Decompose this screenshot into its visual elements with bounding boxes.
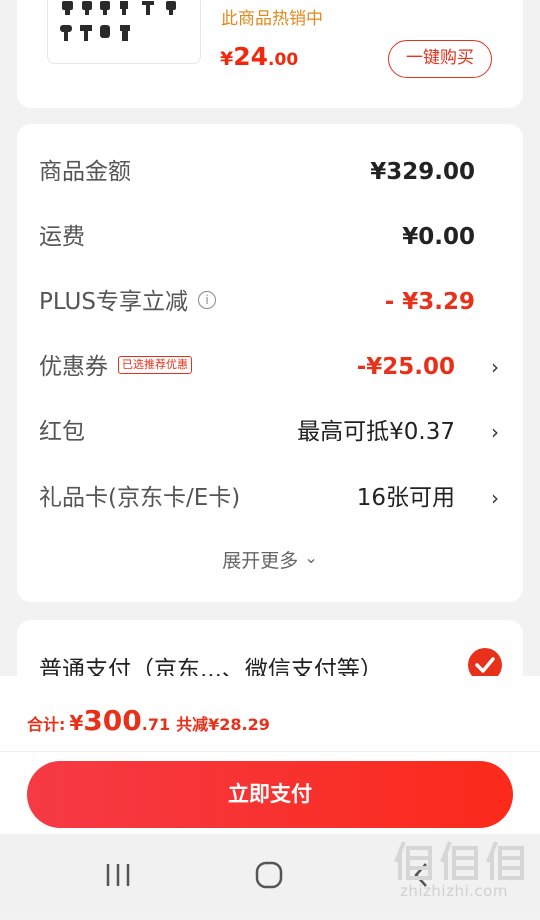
shipping-value: ¥0.00 <box>402 224 475 250</box>
chevron-right-icon[interactable]: › <box>491 412 499 452</box>
total-integer: 300 <box>83 704 142 737</box>
coupon-value: -¥25.00 <box>356 354 455 380</box>
plus-discount-value: - ¥3.29 <box>384 289 475 315</box>
total-decimal: .71 <box>141 715 171 734</box>
info-icon[interactable]: i <box>197 290 216 309</box>
order-summary-card: 商品金额 ¥329.00 运费 ¥0.00 PLUS专享立减 i - ¥3.29 … <box>17 124 523 602</box>
summary-row-coupon[interactable]: 优惠券 已选推荐优惠 -¥25.00 › <box>39 347 501 387</box>
summary-row-red-packet[interactable]: 红包 最高可抵¥0.37 › <box>39 412 501 452</box>
summary-row-plus-discount: PLUS专享立减 i - ¥3.29 <box>39 282 501 322</box>
product-card: 此商品热销中 ¥24.00 一键购买 <box>17 0 523 108</box>
gift-card-value: 16张可用 <box>356 485 455 511</box>
watermark-logo: zhizhizhi.com <box>390 836 530 912</box>
red-packet-label: 红包 <box>39 419 85 445</box>
summary-row-shipping: 运费 ¥0.00 <box>39 217 501 257</box>
home-icon[interactable] <box>254 834 284 916</box>
order-total: 合计: ¥300.71 共减¥28.29 <box>27 704 270 737</box>
product-thumbnail[interactable] <box>47 0 201 64</box>
coupon-label: 优惠券 已选推荐优惠 <box>39 347 192 387</box>
expand-more-text: 展开更多 <box>222 550 299 572</box>
zhi-logo-icon <box>394 841 524 880</box>
product-price: ¥24.00 <box>220 42 298 71</box>
expand-more-link[interactable]: 展开更多 ⌄ <box>17 546 523 573</box>
coupon-text: 优惠券 <box>39 354 108 380</box>
pay-now-button[interactable]: 立即支付 <box>27 761 513 828</box>
shipping-label: 运费 <box>39 224 85 250</box>
price-currency: ¥ <box>220 48 234 70</box>
divider <box>0 751 540 752</box>
product-image <box>60 1 176 41</box>
summary-row-gift-card[interactable]: 礼品卡(京东卡/E卡) 16张可用 › <box>39 478 501 518</box>
checkout-bar: 合计: ¥300.71 共减¥28.29 立即支付 <box>0 676 540 834</box>
gift-card-label: 礼品卡(京东卡/E卡) <box>39 485 241 511</box>
total-currency: ¥ <box>69 711 84 735</box>
summary-row-goods-amount: 商品金额 ¥329.00 <box>39 152 501 192</box>
plus-discount-label: PLUS专享立减 i <box>39 282 216 322</box>
price-decimal: .00 <box>268 50 299 70</box>
price-integer: 24 <box>233 42 269 71</box>
red-packet-value: 最高可抵¥0.37 <box>297 419 455 445</box>
total-savings: 共减¥28.29 <box>176 715 270 734</box>
plus-discount-text: PLUS专享立减 <box>39 289 188 315</box>
recent-apps-icon[interactable] <box>103 834 133 916</box>
hot-selling-text: 此商品热销中 <box>221 9 323 29</box>
chevron-down-icon: ⌄ <box>304 548 318 567</box>
chevron-right-icon[interactable]: › <box>491 347 499 387</box>
recommended-coupon-tag: 已选推荐优惠 <box>118 355 192 374</box>
total-label: 合计: <box>27 715 66 734</box>
one-click-buy-button[interactable]: 一键购买 <box>388 40 492 78</box>
goods-amount-label: 商品金额 <box>39 159 131 185</box>
watermark-site: zhizhizhi.com <box>400 882 508 900</box>
chevron-right-icon[interactable]: › <box>491 478 499 518</box>
goods-amount-value: ¥329.00 <box>370 159 475 185</box>
